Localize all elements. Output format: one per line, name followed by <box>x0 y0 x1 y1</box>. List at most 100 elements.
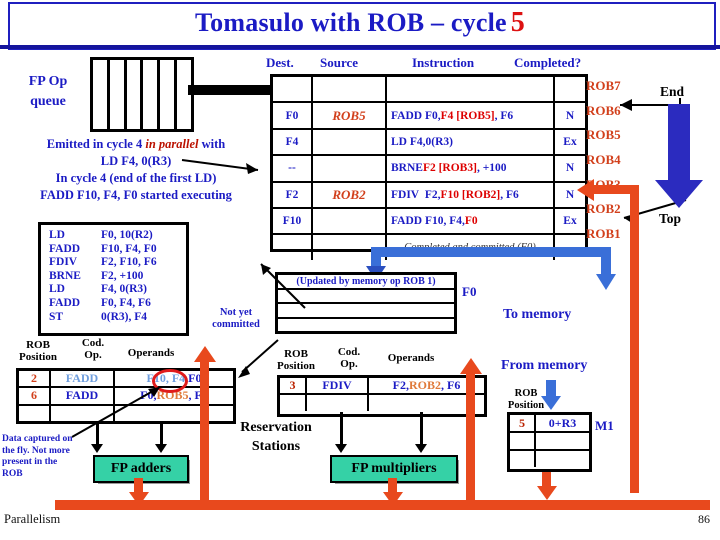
instruction-op: LD <box>49 283 65 296</box>
rob-cell-source <box>313 77 387 102</box>
commit-bus-horizontal <box>371 247 611 257</box>
instruction-operands: F0, 10(R2) <box>101 229 153 241</box>
rob-row[interactable]: -- BRNE F2 [ROB3], +100 N <box>273 156 585 183</box>
instruction-op: FADD <box>49 296 81 309</box>
rob-cell-dest: -- <box>273 156 313 181</box>
data-captured-pointer-icon <box>71 386 161 438</box>
rob-cell-source <box>313 156 387 181</box>
rob-entry-label: ROB4 <box>586 152 621 168</box>
emitted-note-part1: Emitted in cycle 4 <box>46 137 146 151</box>
rob-cell-completed: Ex <box>563 135 577 148</box>
rs-mult-header-position: ROB Position <box>277 348 315 372</box>
rob-cell-completed: Ex <box>563 215 577 228</box>
memory-cell-address: 0+R3 <box>548 415 577 430</box>
instruction-row: BRNE F2, +100 <box>49 270 157 284</box>
rs-adders-cell-op: FADD <box>51 371 115 387</box>
instruction-row: FADD F0, F4, F6 <box>49 297 157 311</box>
memory-unit-row[interactable] <box>510 451 589 467</box>
rs-adders-header-operands: Operands <box>127 347 175 359</box>
rs-caption-line1: Reservation <box>240 420 312 435</box>
rs-to-mult-feed <box>420 412 423 446</box>
rob-row[interactable]: F10 FADD F10, F4, F0 Ex <box>273 208 585 236</box>
memory-cell-address <box>536 451 589 467</box>
page-title: Tomasulo with ROB – cycle 5 <box>8 4 712 42</box>
rob-cell-dest: F2 <box>273 182 313 207</box>
page-title-main: Tomasulo with ROB – cycle <box>195 8 507 37</box>
memory-unit-row[interactable]: 5 0+R3 <box>510 415 589 433</box>
rs-adders-cell-position <box>19 405 51 421</box>
memory-cell-position <box>510 451 536 467</box>
commit-bus-memory-arrow-icon <box>596 274 616 290</box>
rs-mult-cell-position <box>280 395 307 411</box>
instruction-row: ST 0(R3), F4 <box>49 311 157 325</box>
register-file-row <box>278 319 454 332</box>
queue-to-rob-arrow-icon <box>188 78 288 102</box>
title-underline <box>0 45 720 49</box>
cdb-to-rs-mult <box>466 372 475 500</box>
rs-to-adders-feed-arrow-icon <box>91 444 103 453</box>
rs-mult-cell-op <box>307 395 369 411</box>
instruction-operands: F4, 0(R3) <box>101 283 147 296</box>
rob-cell-completed: N <box>565 162 575 175</box>
memory-header-line1: ROB <box>514 388 538 399</box>
instruction-list-box: LD F0, 10(R2) FADD F10, F4, F0 FDIV F2, F10… <box>38 222 189 336</box>
cdb-to-rs-adders-arrow-icon <box>194 346 216 362</box>
footer-page-number: 86 <box>698 512 710 526</box>
instruction-row: LD F4, 0(R3) <box>49 283 157 297</box>
rob-entry-label: ROB7 <box>586 78 621 94</box>
cdb-to-rs-adders <box>200 360 209 500</box>
rob-cell-completed <box>555 77 585 101</box>
instruction-op: FADD <box>49 242 81 255</box>
rob-cell-instruction: FDIV F2, F10 [ROB2], F6 <box>387 182 555 207</box>
fp-op-queue-label-line1: FP Op <box>28 74 68 89</box>
rs-mult-row[interactable] <box>280 395 484 411</box>
memory-cell-position: 5 <box>510 415 536 431</box>
rob-cell-dest: F10 <box>273 208 313 234</box>
rob-cell-source: ROB5 <box>313 103 387 128</box>
instruction-row: LD F0, 10(R2) <box>49 229 157 243</box>
rs-caption-line2: Stations <box>251 439 301 454</box>
reorder-buffer-table: F0 ROB5 FADD F0, F4 [ROB5], F6 N F4 LD F… <box>270 74 588 260</box>
rob-cell-instruction <box>387 77 555 102</box>
rob-direction-arrow-icon <box>668 104 690 184</box>
rob-cell-instruction: FADD F0, F4 [ROB5], F6 <box>387 103 555 128</box>
rob-direction-arrow-head-icon <box>655 180 703 208</box>
rs-mult-header-operands: Operands <box>387 352 435 364</box>
common-data-bus-vertical <box>630 185 639 493</box>
mult-to-cdb-arrow-icon <box>383 492 403 506</box>
page-title-cycle: 5 <box>510 7 525 38</box>
footer-course-label: Parallelism <box>4 512 61 526</box>
instruction-operands: 0(R3), F4 <box>101 310 147 323</box>
rs-adders-header-position: ROB Position <box>19 339 57 363</box>
rob-header-source: Source <box>320 55 359 70</box>
register-file-f0-label: F0 <box>462 284 477 299</box>
rob-row[interactable]: F0 ROB5 FADD F0, F4 [ROB5], F6 N <box>273 103 585 130</box>
fp-op-queue-slot <box>93 60 110 129</box>
cdb-to-rs-mult-arrow-icon <box>460 358 482 374</box>
memory-cell-address <box>536 433 589 449</box>
instruction-operands: F10, F4, F0 <box>101 242 157 255</box>
rob-row[interactable] <box>273 77 585 104</box>
not-committed-pointer-icon <box>260 263 306 309</box>
rob-header-instruction: Instruction <box>412 55 475 70</box>
rob-cell-source <box>313 129 387 155</box>
rob-row[interactable]: F4 LD F4,0(R3) Ex <box>273 129 585 157</box>
instruction-operands: F0, F4, F6 <box>101 296 151 309</box>
rob-cell-source <box>313 208 387 234</box>
rs-to-mult-feed <box>340 412 343 446</box>
rob-cell-instruction: FADD F10, F4, F0 <box>387 208 555 234</box>
rs-mult-row[interactable]: 3 FDIV F2, ROB2, F6 <box>280 378 484 396</box>
fp-op-queue-slot <box>160 60 178 129</box>
instruction-operands: F2, F10, F6 <box>101 256 157 269</box>
emitted-note-emphasis: in parallel <box>145 137 199 151</box>
rs-to-adders-feed <box>96 424 99 446</box>
rs-mult-cell-op: FDIV <box>307 378 369 394</box>
rob-row[interactable]: F2 ROB2 FDIV F2, F10 [ROB2], F6 N <box>273 182 585 209</box>
instruction-row: FADD F10, F4, F0 <box>49 243 157 257</box>
instruction-op: ST <box>49 310 64 323</box>
fp-op-queue-slot <box>143 60 161 129</box>
memory-unit-row[interactable] <box>510 433 589 451</box>
instruction-list-table: LD F0, 10(R2) FADD F10, F4, F0 FDIV F2, F10… <box>49 229 157 324</box>
rob-cell-source: ROB2 <box>313 182 387 207</box>
rob-cell-completed: N <box>565 109 575 122</box>
